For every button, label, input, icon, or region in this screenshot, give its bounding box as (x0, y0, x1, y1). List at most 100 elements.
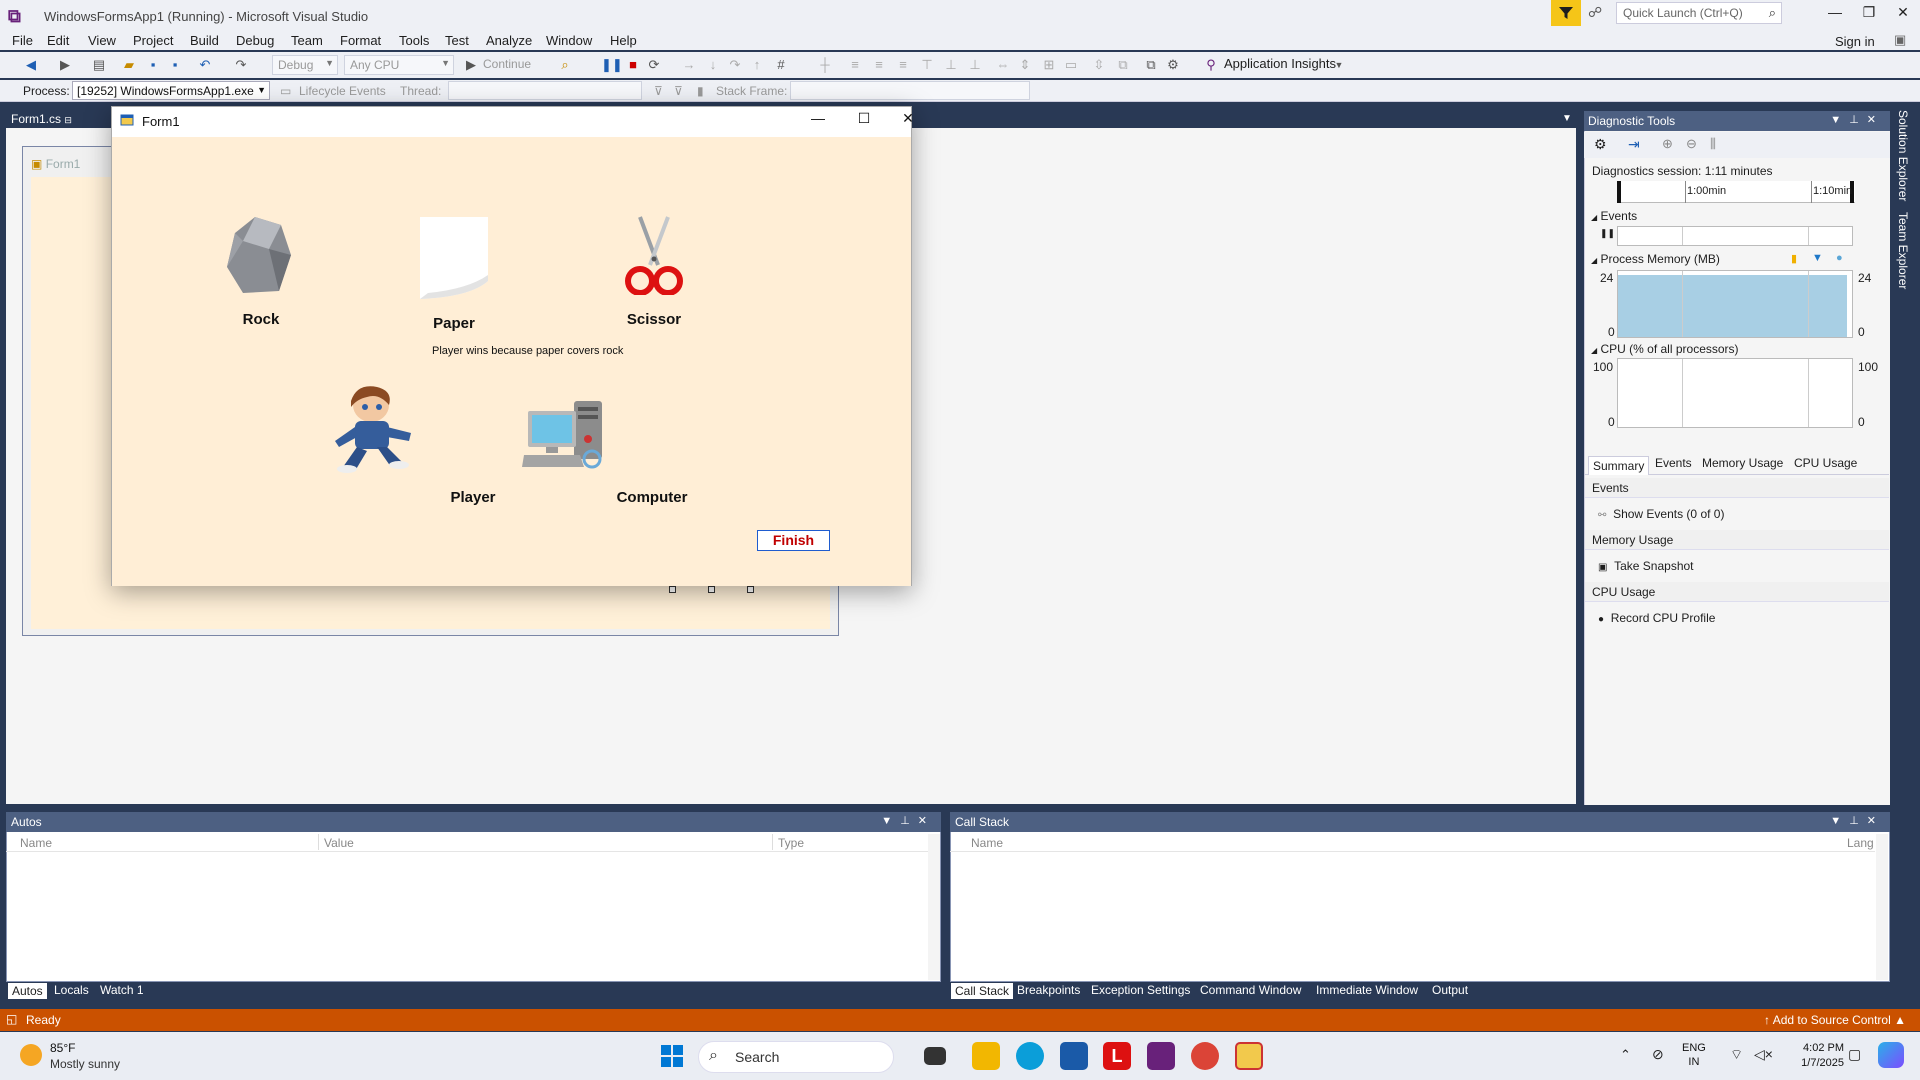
finish-button[interactable]: Finish (757, 530, 830, 551)
step-over-icon[interactable]: ↷ (726, 56, 744, 74)
new-project-icon[interactable]: ▤ (90, 56, 108, 74)
process-combo[interactable]: [19252] WindowsFormsApp1.exe ▼ (72, 81, 270, 100)
weather-description[interactable]: Mostly sunny (50, 1057, 120, 1071)
forward-icon[interactable]: ▶ (56, 56, 74, 74)
filter-icon[interactable]: ⊽ (654, 84, 663, 98)
flag-threads-icon[interactable]: ⊽ (674, 84, 683, 98)
application-insights-button[interactable]: Application Insights (1224, 56, 1336, 71)
export-icon[interactable]: ⇥ (1628, 136, 1640, 153)
form-minimize-button[interactable]: — (798, 110, 838, 132)
feedback-icon[interactable]: ☍ (1588, 4, 1608, 24)
record-cpu-text[interactable]: Record CPU Profile (1611, 611, 1716, 625)
tab-breakpoints[interactable]: Breakpoints (1017, 983, 1080, 997)
vertical-spacing-icon[interactable]: ⇳ (1090, 56, 1108, 74)
weather-temperature[interactable]: 85°F (50, 1041, 75, 1055)
align-middle-icon[interactable]: ⊥ (942, 56, 960, 74)
quick-launch-input[interactable]: Quick Launch (Ctrl+Q) ⌕ (1616, 2, 1782, 24)
panel-menu-icon[interactable]: ▼ (1830, 815, 1849, 827)
notifications-icon[interactable]: ▢ (1848, 1046, 1861, 1063)
autos-col-type[interactable]: Type (778, 836, 804, 850)
pin-icon[interactable]: ⊟ (64, 115, 72, 125)
align-top-icon[interactable]: ⊤ (918, 56, 936, 74)
store-icon[interactable] (1060, 1042, 1088, 1070)
hex-display-icon[interactable]: # (772, 56, 790, 74)
document-tab-form1-cs[interactable]: Form1.cs ⊟ (4, 112, 96, 128)
winforms-app-icon[interactable] (1235, 1042, 1263, 1070)
autos-col-value[interactable]: Value (324, 836, 354, 850)
cpu-graph[interactable] (1617, 358, 1853, 428)
pause-events-icon[interactable]: ❚❚ (1600, 228, 1615, 239)
restart-icon[interactable]: ⟳ (645, 56, 663, 74)
tab-autos[interactable]: Autos (8, 983, 47, 999)
panel-close-icon[interactable]: ✕ (918, 815, 935, 827)
visual-studio-taskbar-icon[interactable] (1147, 1042, 1175, 1070)
tab-call-stack[interactable]: Call Stack (951, 983, 1014, 999)
zoom-in-icon[interactable]: ⊕ (1662, 136, 1673, 152)
account-icon[interactable]: ▣ (1894, 32, 1912, 50)
paper-image[interactable] (420, 217, 488, 299)
menu-file[interactable]: File (12, 33, 33, 48)
call-stack-scrollbar[interactable] (1876, 834, 1888, 980)
sign-in-link[interactable]: Sign in (1835, 34, 1875, 49)
menu-team[interactable]: Team (291, 33, 323, 48)
same-size-icon[interactable]: ⇕ (1016, 56, 1034, 74)
align-icon[interactable]: ┼ (816, 56, 834, 74)
weather-sun-icon[interactable] (20, 1044, 42, 1066)
menu-debug[interactable]: Debug (236, 33, 274, 48)
chevron-down-icon[interactable]: ▼ (1330, 56, 1348, 74)
save-icon[interactable]: ▪ (144, 56, 162, 74)
menu-format[interactable]: Format (340, 33, 381, 48)
menu-project[interactable]: Project (133, 33, 173, 48)
align-right-icon[interactable]: ≡ (894, 56, 912, 74)
form-maximize-button[interactable]: ☐ (844, 110, 884, 132)
chrome-icon[interactable] (1191, 1042, 1219, 1070)
show-events-text[interactable]: Show Events (0 of 0) (1613, 507, 1724, 521)
menu-tools[interactable]: Tools (399, 33, 429, 48)
events-track[interactable] (1617, 226, 1853, 246)
tab-order-icon[interactable]: ⧉ (1142, 56, 1160, 74)
redo-icon[interactable]: ↷ (232, 56, 250, 74)
step-into-icon[interactable]: ↓ (704, 56, 722, 74)
scissor-image[interactable] (622, 215, 686, 296)
taskbar-search-box[interactable]: ⌕ Search (698, 1041, 894, 1073)
menu-build[interactable]: Build (190, 33, 219, 48)
tab-immediate-window[interactable]: Immediate Window (1316, 983, 1418, 997)
save-all-icon[interactable]: ▪ (166, 56, 184, 74)
form-close-button[interactable]: ✕ (888, 110, 928, 132)
call-stack-col-name[interactable]: Name (971, 836, 1003, 850)
take-snapshot-text[interactable]: Take Snapshot (1614, 559, 1693, 573)
minimize-button[interactable]: — (1818, 4, 1852, 26)
pin-icon[interactable]: ⊥ (1849, 114, 1867, 126)
lock-controls-icon[interactable]: ⚙ (1164, 56, 1182, 74)
tab-command-window[interactable]: Command Window (1200, 983, 1301, 997)
tab-exception-settings[interactable]: Exception Settings (1091, 983, 1190, 997)
call-stack-col-lang[interactable]: Lang (1847, 836, 1874, 850)
pin-icon[interactable]: ⊥ (900, 815, 918, 827)
maximize-button[interactable]: ❐ (1852, 4, 1886, 26)
solution-config-combo[interactable]: Debug ▼ (272, 55, 338, 75)
tab-summary[interactable]: Summary (1588, 456, 1650, 475)
menu-window[interactable]: Window (546, 33, 592, 48)
collapse-icon[interactable]: ◢ (1591, 213, 1597, 222)
reset-view-icon[interactable]: ⫼ (1710, 136, 1716, 152)
selection-handle[interactable] (669, 586, 676, 593)
edge-browser-icon[interactable] (1016, 1042, 1044, 1070)
continue-icon[interactable]: ▶ (462, 56, 480, 74)
spacing-icon[interactable]: ⇔ (994, 56, 1012, 74)
memory-graph[interactable] (1617, 270, 1853, 338)
solution-explorer-tab[interactable]: Solution Explorer (1896, 110, 1910, 201)
stop-debugging-icon[interactable]: ■ (624, 56, 642, 74)
tab-dropdown-icon[interactable]: ▼ (1562, 113, 1572, 124)
menu-analyze[interactable]: Analyze (486, 33, 532, 48)
language-indicator[interactable]: ENG IN (1682, 1041, 1706, 1069)
platform-combo[interactable]: Any CPU ▼ (344, 55, 454, 75)
lightbulb-icon[interactable]: ⚲ (1202, 56, 1220, 74)
center-icon[interactable]: ▭ (1062, 56, 1080, 74)
lifecycle-events-button[interactable]: Lifecycle Events (299, 84, 386, 98)
align-left-icon[interactable]: ≡ (846, 56, 864, 74)
tab-output[interactable]: Output (1432, 983, 1468, 997)
panel-menu-icon[interactable]: ▼ (881, 815, 900, 827)
align-center-icon[interactable]: ≡ (870, 56, 888, 74)
column-divider[interactable] (772, 834, 773, 850)
copilot-icon[interactable] (1878, 1042, 1904, 1068)
